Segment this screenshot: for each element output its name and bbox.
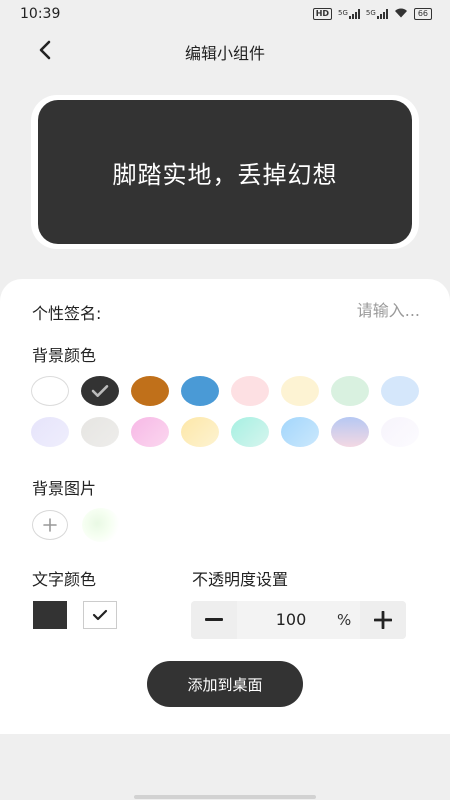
background-color-swatch[interactable] — [381, 417, 419, 447]
status-icons: HD 5G 5G 66 — [312, 7, 432, 21]
background-color-swatch[interactable] — [81, 417, 119, 447]
home-indicator — [134, 795, 316, 799]
signal-5g-1: 5G — [338, 9, 360, 19]
signal-5g-2: 5G — [366, 9, 388, 19]
background-color-swatch[interactable] — [331, 376, 369, 406]
opacity-increase-button[interactable] — [360, 601, 406, 639]
opacity-label: 不透明度设置 — [192, 570, 289, 589]
background-image-thumbnail[interactable] — [82, 508, 120, 542]
status-bar: 10:39 HD 5G 5G 66 — [0, 0, 450, 30]
widget-preview-frame: 脚踏实地，丢掉幻想 — [31, 95, 419, 249]
signature-input[interactable] — [180, 297, 420, 323]
background-color-swatch[interactable] — [131, 376, 169, 406]
background-color-swatch[interactable] — [281, 376, 319, 406]
page-title: 编辑小组件 — [184, 44, 265, 63]
check-icon — [91, 385, 109, 397]
plus-icon — [43, 518, 57, 532]
background-color-swatch[interactable] — [331, 417, 369, 447]
background-color-swatch[interactable] — [181, 376, 219, 406]
text-color-dark[interactable] — [33, 601, 67, 629]
background-color-swatch[interactable] — [31, 376, 69, 406]
text-color-white[interactable] — [83, 601, 117, 629]
check-icon — [92, 609, 108, 621]
background-color-swatch[interactable] — [231, 376, 269, 406]
plus-icon — [374, 611, 392, 629]
network-label-1: 5G — [338, 9, 348, 17]
wifi-icon — [394, 7, 408, 21]
background-color-swatch[interactable] — [81, 376, 119, 406]
background-color-swatch[interactable] — [131, 417, 169, 447]
background-color-swatch[interactable] — [281, 417, 319, 447]
add-background-image-button[interactable] — [32, 510, 68, 540]
network-label-2: 5G — [365, 9, 376, 17]
widget-preview: 脚踏实地，丢掉幻想 — [38, 100, 412, 244]
opacity-value[interactable]: 100 — [241, 601, 341, 639]
header: 编辑小组件 — [0, 30, 450, 70]
settings-panel: 个性签名: 背景颜色 背景图片 文字颜色 不透明度设置 100 % 添加到桌面 — [0, 279, 450, 734]
background-image-label: 背景图片 — [32, 479, 97, 498]
minus-icon — [205, 618, 223, 621]
signature-label: 个性签名: — [32, 304, 102, 323]
status-time: 10:39 — [20, 6, 61, 22]
signal-bars-icon-2 — [376, 9, 388, 19]
hd-badge: HD — [312, 8, 333, 20]
text-color-label: 文字颜色 — [32, 570, 97, 589]
background-color-label: 背景颜色 — [32, 346, 97, 365]
background-color-swatch[interactable] — [381, 376, 419, 406]
add-to-desktop-button[interactable]: 添加到桌面 — [147, 661, 303, 707]
background-color-swatch[interactable] — [31, 417, 69, 447]
opacity-unit: % — [337, 611, 352, 629]
background-color-swatch[interactable] — [231, 417, 269, 447]
opacity-stepper: 100 % — [191, 601, 406, 639]
background-color-swatch[interactable] — [181, 417, 219, 447]
battery-icon: 66 — [413, 8, 432, 20]
widget-preview-text: 脚踏实地，丢掉幻想 — [112, 160, 338, 189]
opacity-decrease-button[interactable] — [191, 601, 237, 639]
signal-bars-icon — [348, 9, 360, 19]
